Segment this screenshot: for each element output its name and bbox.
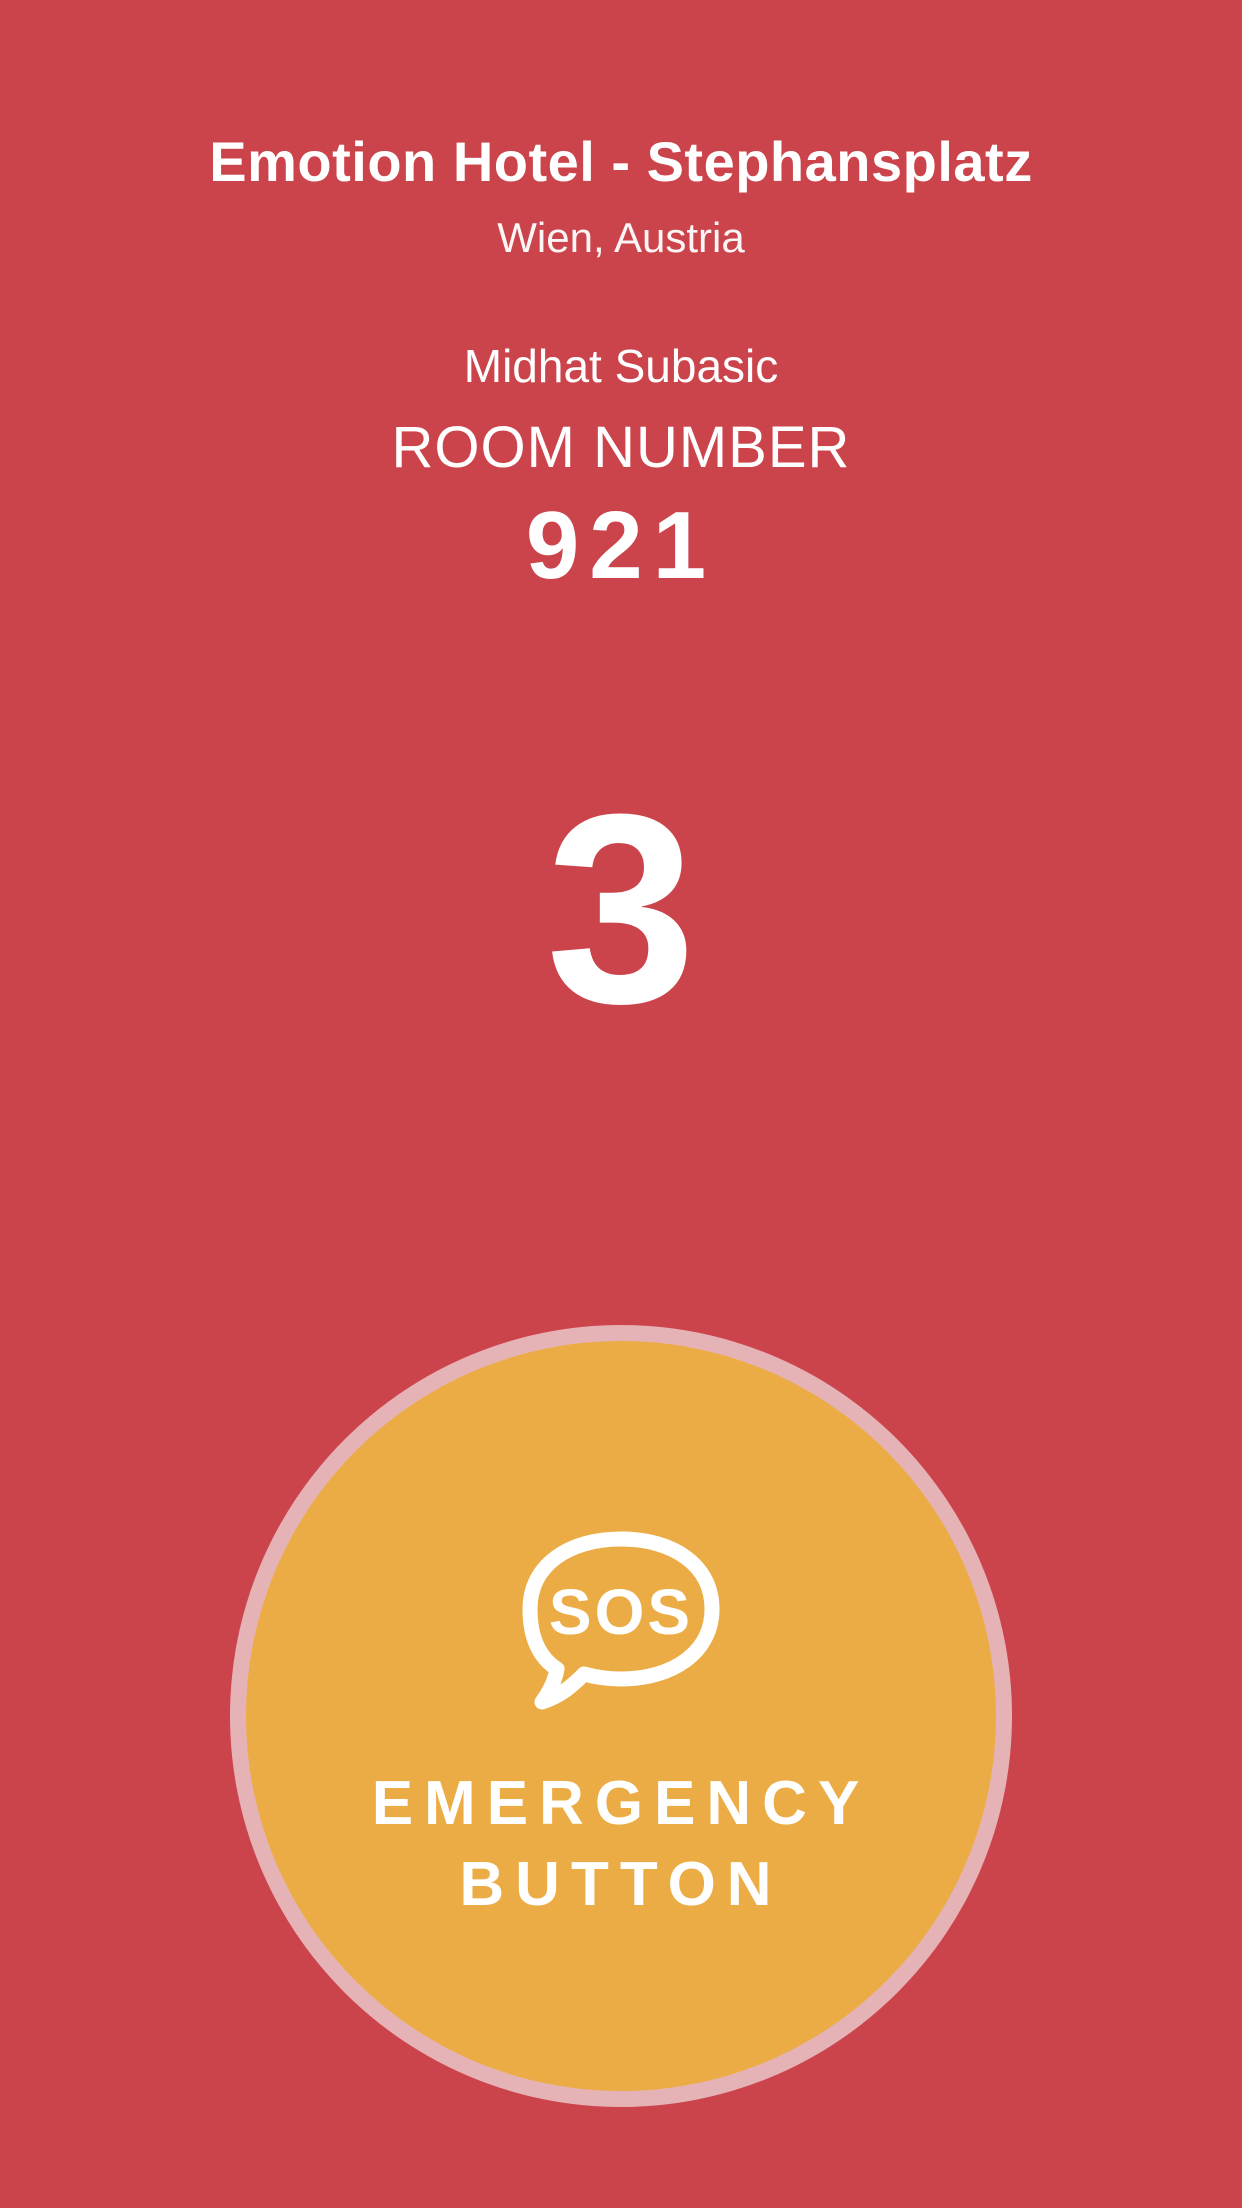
hotel-location: Wien, Austria (497, 214, 745, 261)
guest-name: Midhat Subasic (463, 340, 779, 392)
emergency-button-label-line2: BUTTON (459, 1850, 783, 1919)
sos-icon-text: SOS (549, 1576, 693, 1648)
room-number-label: ROOM NUMBER (391, 415, 851, 480)
emergency-button[interactable]: SOS EMERGENCY BUTTON (246, 1341, 996, 2091)
countdown-number: 3 (545, 759, 697, 1060)
emergency-screen: Emotion Hotel - Stephansplatz Wien, Aust… (0, 0, 1242, 2208)
room-number-value: 921 (525, 492, 717, 599)
sos-speech-bubble-icon: SOS (522, 1531, 720, 1710)
hotel-name: Emotion Hotel - Stephansplatz (209, 130, 1033, 193)
emergency-button-label-line1: EMERGENCY (371, 1769, 871, 1838)
